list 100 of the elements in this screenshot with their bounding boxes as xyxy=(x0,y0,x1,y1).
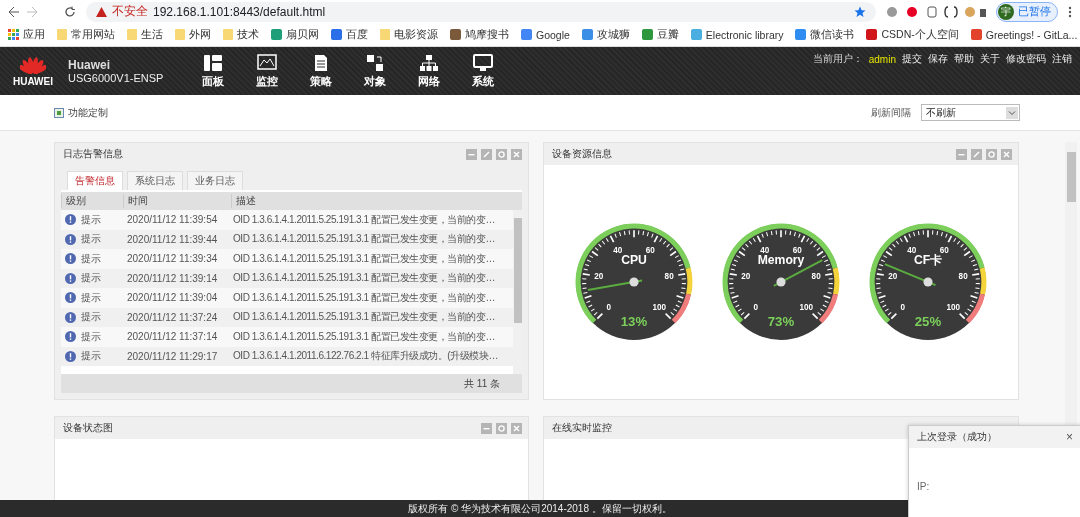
bookmark[interactable]: 生活 xyxy=(127,27,163,42)
folder-icon xyxy=(223,29,233,40)
site-favicon-icon xyxy=(271,29,282,40)
refresh-button[interactable] xyxy=(986,148,997,160)
bookmark[interactable]: 豆瓣 xyxy=(641,27,679,42)
refresh-icon xyxy=(497,149,506,159)
info-icon xyxy=(65,253,76,265)
bookmark[interactable]: 百度 xyxy=(331,27,368,42)
edit-button[interactable] xyxy=(481,148,492,160)
header-link[interactable]: 保存 xyxy=(928,52,948,66)
gauge-tick-label: 40 xyxy=(907,246,917,256)
close-button[interactable] xyxy=(511,148,522,160)
site-favicon-icon xyxy=(641,29,653,40)
time-cell-text: 2020/11/12 11:39:54 xyxy=(126,214,219,226)
gauge-tick-label: 100 xyxy=(652,303,666,313)
star-icon[interactable] xyxy=(854,5,866,18)
bookmark[interactable]: CSDN-个人空间 xyxy=(866,27,959,42)
header-link[interactable]: 修改密码 xyxy=(1006,52,1046,66)
close-button[interactable]: × xyxy=(1066,430,1073,444)
site-favicon-icon xyxy=(331,29,342,40)
panel-title: 设备状态图 xyxy=(63,421,113,435)
close-icon xyxy=(512,149,521,159)
nav-item[interactable]: 面板 xyxy=(198,53,228,89)
gauge-tick-label: 0 xyxy=(606,303,611,313)
gauge-tick-label: 100 xyxy=(799,303,813,313)
needle-hub xyxy=(923,277,933,287)
gauge-tick-label: 40 xyxy=(613,246,623,256)
log-tab[interactable]: 告警信息 xyxy=(67,171,123,190)
reload-icon[interactable] xyxy=(64,5,76,18)
profile-button[interactable]: 宇 已暂停 xyxy=(996,1,1058,22)
refresh-label: 刷新间隔 xyxy=(871,105,911,120)
logo-text: HUAWEI xyxy=(13,75,53,87)
bookmark[interactable]: Google xyxy=(521,28,570,41)
gauge-tick-label: 100 xyxy=(946,303,961,313)
bookmark[interactable]: Electronic library xyxy=(690,28,784,41)
folder-icon xyxy=(57,29,67,40)
menu-icon[interactable] xyxy=(1068,5,1072,18)
customize-icon xyxy=(54,107,64,118)
bookmark[interactable]: 应用 xyxy=(8,27,45,42)
time-cell-text: 2020/11/12 11:39:14 xyxy=(126,272,219,284)
bookmark[interactable]: Greetings! - GitLa... xyxy=(970,28,1078,41)
copyright-text: 版权所有 © 华为技术有限公司2014-2018 。保留一切权利。 xyxy=(408,501,672,516)
bookmark[interactable]: 技术 xyxy=(223,27,259,42)
refresh-button[interactable] xyxy=(496,148,507,160)
edit-button[interactable] xyxy=(971,148,982,160)
info-icon xyxy=(65,214,76,226)
header-link[interactable]: 关于 xyxy=(980,52,1000,66)
site-favicon-icon xyxy=(581,29,593,40)
bookmark[interactable]: 鸠摩搜书 xyxy=(450,27,509,42)
refresh-button[interactable] xyxy=(496,422,507,434)
nav-item[interactable]: 对象 xyxy=(360,53,390,89)
minimize-button[interactable] xyxy=(481,422,492,434)
gauge-tick-label: 20 xyxy=(741,272,751,282)
device-model: USG6000V1-ENSP xyxy=(68,72,165,84)
gauge-tick-label: 20 xyxy=(594,272,604,282)
description-cell-text: OID 1.3.6.1.4.1.2011.5.25.191.3.1 配置已发生变更，当前的变… xyxy=(232,232,497,247)
address-bar[interactable]: 不安全 192.168.1.101:8443/default.html xyxy=(86,1,876,22)
minimize-button[interactable] xyxy=(466,148,477,160)
header-link[interactable]: 提交 xyxy=(902,52,922,66)
minimize-button[interactable] xyxy=(956,148,967,160)
gauge-tick-label: 80 xyxy=(811,272,821,282)
time-cell-text: 2020/11/12 11:37:14 xyxy=(126,331,219,343)
bookmark[interactable]: 微信读书 xyxy=(795,27,855,42)
close-button[interactable] xyxy=(511,422,522,434)
bookmark[interactable]: 攻城狮 xyxy=(581,27,630,42)
gauge-reading: 25% xyxy=(915,313,942,329)
site-favicon-icon xyxy=(866,29,878,40)
nav-item[interactable]: 网络 xyxy=(414,53,444,89)
petal-logo-icon xyxy=(20,55,46,76)
log-tab[interactable]: 系统日志 xyxy=(127,171,183,190)
url-text: 192.168.1.101:8443/default.html xyxy=(153,4,326,19)
close-icon xyxy=(1002,149,1011,159)
bookmark[interactable]: 常用网站 xyxy=(57,27,115,42)
extension-icons-drawing[interactable] xyxy=(886,5,986,18)
folder-icon xyxy=(175,29,185,40)
level-cell: 提示 xyxy=(61,232,123,247)
description-cell-text: OID 1.3.6.1.4.1.2011.5.25.191.3.1 配置已发生变更，当前的变… xyxy=(232,310,497,325)
folder-icon xyxy=(380,29,390,40)
header-link[interactable]: 注销 xyxy=(1052,52,1072,66)
bookmark[interactable]: 外网 xyxy=(175,27,211,42)
header-link[interactable]: 帮助 xyxy=(954,52,974,66)
refresh-icon xyxy=(987,149,996,159)
column-header: 描述 xyxy=(231,194,522,208)
close-button[interactable] xyxy=(1001,148,1012,160)
bookmark[interactable]: 扇贝网 xyxy=(271,27,319,42)
nav-item[interactable]: 系统 xyxy=(468,53,498,89)
level-cell: 提示 xyxy=(61,212,123,227)
panel-title: 日志告警信息 xyxy=(63,147,123,161)
nav-item[interactable]: 策略 xyxy=(306,53,336,89)
table-scrollbar[interactable] xyxy=(513,210,522,374)
gauge-tick-label: 0 xyxy=(753,303,759,313)
description-cell-text: OID 1.3.6.1.4.1.2011.5.25.191.3.1 配置已发生变更，当前的变… xyxy=(232,271,497,286)
gauge-title: CPU xyxy=(620,252,647,267)
customize-link[interactable]: 功能定制 xyxy=(54,105,108,120)
folder-icon xyxy=(127,29,137,40)
log-tab[interactable]: 业务日志 xyxy=(187,171,243,190)
refresh-select[interactable]: 不刷新 xyxy=(921,104,1020,121)
bookmark[interactable]: 电影资源 xyxy=(380,27,438,42)
nav-item[interactable]: 监控 xyxy=(252,53,282,89)
site-favicon-icon xyxy=(970,29,982,40)
